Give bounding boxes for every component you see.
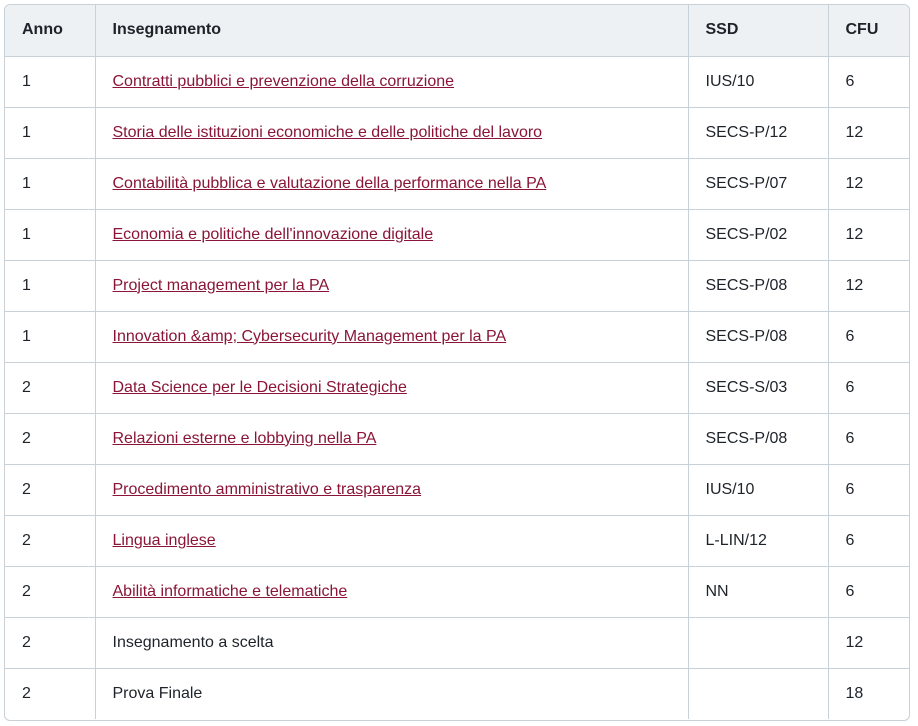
table-row: 1 Economia e politiche dell'innovazione d… — [5, 209, 909, 261]
cell-insegnamento: Project management per la PA — [95, 260, 689, 312]
table-body: 1 Contratti pubblici e prevenzione della … — [5, 56, 909, 719]
table-header-row: Anno Insegnamento SSD CFU — [5, 5, 909, 57]
cell-cfu: 6 — [828, 56, 909, 108]
cell-anno: 1 — [5, 260, 96, 312]
cell-anno: 2 — [5, 413, 96, 465]
cell-cfu: 12 — [828, 158, 909, 210]
course-link[interactable]: Contratti pubblici e prevenzione della c… — [113, 73, 455, 90]
course-link[interactable]: Relazioni esterne e lobbying nella PA — [113, 430, 377, 447]
table-row: 2 Data Science per le Decisioni Strategic… — [5, 362, 909, 414]
courses-table: Anno Insegnamento SSD CFU 1 Contratti pub… — [5, 5, 909, 719]
cell-cfu: 6 — [828, 311, 909, 363]
cell-insegnamento: Innovation &amp; Cybersecurity Managemen… — [95, 311, 689, 363]
cell-anno: 2 — [5, 617, 96, 669]
cell-ssd: SECS-P/02 — [688, 209, 829, 261]
header-insegnamento: Insegnamento — [95, 5, 689, 57]
course-link[interactable]: Data Science per le Decisioni Strategich… — [113, 379, 407, 396]
cell-ssd: NN — [688, 566, 829, 618]
cell-anno: 2 — [5, 362, 96, 414]
course-link[interactable]: Economia e politiche dell'innovazione di… — [113, 226, 434, 243]
cell-ssd — [688, 617, 829, 669]
table-row: 1 Storia delle istituzioni economiche e d… — [5, 107, 909, 159]
cell-anno: 2 — [5, 668, 96, 719]
cell-anno: 1 — [5, 311, 96, 363]
cell-cfu: 6 — [828, 464, 909, 516]
cell-insegnamento: Contabilità pubblica e valutazione della… — [95, 158, 689, 210]
cell-cfu: 12 — [828, 107, 909, 159]
cell-insegnamento: Procedimento amministrativo e trasparenz… — [95, 464, 689, 516]
cell-insegnamento: Abilità informatiche e telematiche — [95, 566, 689, 618]
cell-ssd: SECS-P/08 — [688, 311, 829, 363]
table-row: 2 Insegnamento a scelta 12 — [5, 617, 909, 669]
cell-anno: 1 — [5, 56, 96, 108]
course-name: Insegnamento a scelta — [112, 633, 274, 651]
course-link[interactable]: Storia delle istituzioni economiche e de… — [113, 124, 543, 141]
cell-ssd: SECS-S/03 — [688, 362, 829, 414]
cell-insegnamento: Relazioni esterne e lobbying nella PA — [95, 413, 689, 465]
table-row: 2 Prova Finale 18 — [5, 668, 909, 719]
cell-cfu: 6 — [828, 566, 909, 618]
table-row: 2 Abilità informatiche e telematiche NN 6 — [5, 566, 909, 618]
course-name: Prova Finale — [112, 684, 203, 702]
course-link[interactable]: Contabilità pubblica e valutazione della… — [113, 175, 547, 192]
cell-insegnamento: Economia e politiche dell'innovazione di… — [95, 209, 689, 261]
cell-cfu: 6 — [828, 413, 909, 465]
course-link[interactable]: Procedimento amministrativo e trasparenz… — [113, 481, 422, 498]
cell-insegnamento: Data Science per le Decisioni Strategich… — [95, 362, 689, 414]
cell-insegnamento: Storia delle istituzioni economiche e de… — [95, 107, 689, 159]
cell-anno: 1 — [5, 107, 96, 159]
courses-table-container: Anno Insegnamento SSD CFU 1 Contratti pub… — [4, 4, 910, 721]
cell-insegnamento: Lingua inglese — [95, 515, 689, 567]
header-cfu: CFU — [828, 5, 909, 57]
course-link[interactable]: Lingua inglese — [113, 532, 216, 549]
cell-ssd: IUS/10 — [688, 56, 829, 108]
cell-cfu: 6 — [828, 362, 909, 414]
cell-ssd: IUS/10 — [688, 464, 829, 516]
course-link[interactable]: Innovation &amp; Cybersecurity Managemen… — [113, 328, 507, 345]
cell-anno: 2 — [5, 566, 96, 618]
cell-anno: 2 — [5, 464, 96, 516]
cell-anno: 1 — [5, 158, 96, 210]
cell-cfu: 6 — [828, 515, 909, 567]
header-anno: Anno — [5, 5, 96, 57]
table-row: 2 Relazioni esterne e lobbying nella PA SE… — [5, 413, 909, 465]
cell-insegnamento: Contratti pubblici e prevenzione della c… — [95, 56, 689, 108]
cell-cfu: 12 — [828, 209, 909, 261]
table-row: 2 Procedimento amministrativo e trasparen… — [5, 464, 909, 516]
table-row: 1 Contabilità pubblica e valutazione dell… — [5, 158, 909, 210]
cell-cfu: 12 — [828, 260, 909, 312]
cell-ssd: SECS-P/08 — [688, 260, 829, 312]
cell-cfu: 18 — [845, 684, 864, 702]
cell-ssd — [688, 668, 829, 719]
table-row: 1 Contratti pubblici e prevenzione della … — [5, 56, 909, 108]
cell-ssd: SECS-P/12 — [688, 107, 829, 159]
cell-ssd: L-LIN/12 — [688, 515, 829, 567]
table-row: 1 Project management per la PA SECS-P/08 12 — [5, 260, 909, 312]
cell-anno: 2 — [5, 515, 96, 567]
cell-anno: 1 — [5, 209, 96, 261]
cell-insegnamento: Prova Finale — [95, 668, 689, 719]
cell-ssd: SECS-P/07 — [688, 158, 829, 210]
cell-insegnamento: Insegnamento a scelta — [95, 617, 689, 669]
course-link[interactable]: Project management per la PA — [113, 277, 330, 294]
cell-cfu: 12 — [828, 617, 909, 669]
header-ssd: SSD — [688, 5, 829, 57]
course-link[interactable]: Abilità informatiche e telematiche — [113, 583, 348, 600]
table-row: 1 Innovation &amp; Cybersecurity Manageme… — [5, 311, 909, 363]
cell-ssd: SECS-P/08 — [688, 413, 829, 465]
table-row: 2 Lingua inglese L-LIN/12 6 — [5, 515, 909, 567]
